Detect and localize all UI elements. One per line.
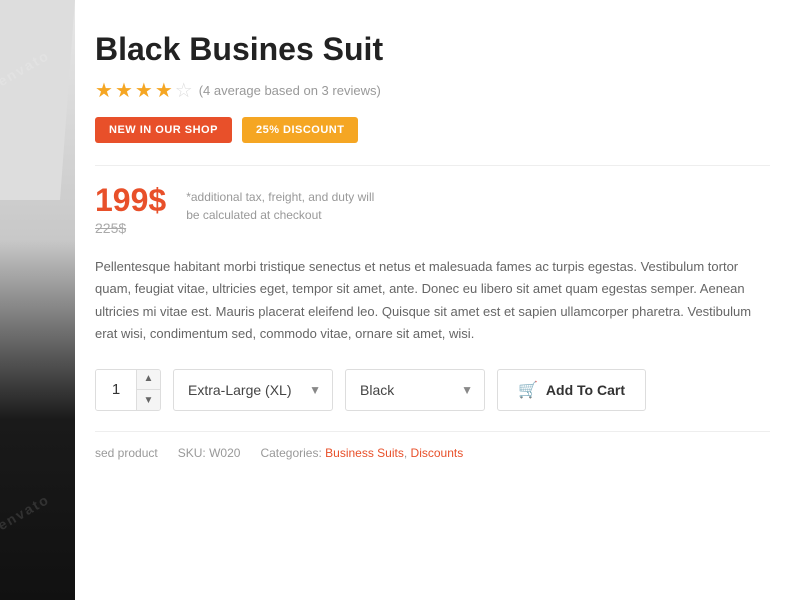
bottom-row: sed product SKU: W020 Categories: Busine… — [95, 431, 770, 460]
divider-1 — [95, 165, 770, 166]
product-image-top — [0, 0, 75, 200]
color-select-wrapper: Black Navy Grey Brown ▼ — [345, 369, 485, 411]
add-to-cart-label: Add To Cart — [546, 382, 625, 398]
watermark-bottom: envato — [0, 491, 52, 533]
page-wrapper: envato envato Black Busines Suit ★ ★ ★ ★… — [0, 0, 800, 600]
quantity-stepper[interactable]: 1 ▲ ▼ — [95, 369, 161, 411]
review-text: (4 average based on 3 reviews) — [199, 83, 381, 98]
star-2: ★ — [115, 78, 133, 103]
rating-row: ★ ★ ★ ★ ☆ (4 average based on 3 reviews) — [95, 78, 770, 103]
badges-row: NEW IN OUR SHOP 25% DISCOUNT — [95, 117, 770, 143]
star-rating: ★ ★ ★ ★ ☆ — [95, 78, 193, 103]
star-3: ★ — [135, 78, 153, 103]
quantity-input[interactable]: 1 — [96, 370, 136, 410]
star-1: ★ — [95, 78, 113, 103]
price-current: 199$ — [95, 184, 166, 216]
badge-new: NEW IN OUR SHOP — [95, 117, 232, 143]
price-block: 199$ 225$ — [95, 184, 166, 236]
add-to-cart-button[interactable]: 🛒 Add To Cart — [497, 369, 646, 411]
badge-discount: 25% DISCOUNT — [242, 117, 359, 143]
star-5: ☆ — [175, 78, 193, 103]
sku-info: SKU: W020 — [178, 446, 241, 460]
category-business-suits[interactable]: Business Suits — [325, 446, 404, 460]
sku-value: W020 — [209, 446, 240, 460]
price-row: 199$ 225$ *additional tax, freight, and … — [95, 184, 770, 236]
sku-label: SKU: — [178, 446, 206, 460]
purchase-row: 1 ▲ ▼ Small (S) Medium (M) Large (L) Ext… — [95, 369, 770, 411]
product-detail-panel: Black Busines Suit ★ ★ ★ ★ ☆ (4 average … — [75, 0, 800, 600]
star-4: ★ — [155, 78, 173, 103]
price-original: 225$ — [95, 220, 166, 236]
product-description: Pellentesque habitant morbi tristique se… — [95, 256, 770, 344]
price-note: *additional tax, freight, and duty will … — [186, 184, 386, 224]
categories-info: Categories: Business Suits, Discounts — [260, 446, 463, 460]
categories-label: Categories: — [260, 446, 321, 460]
cart-icon: 🛒 — [518, 380, 538, 400]
bottom-meta: sed product SKU: W020 Categories: Busine… — [95, 446, 463, 460]
product-label: sed product — [95, 446, 158, 460]
qty-buttons: ▲ ▼ — [136, 369, 160, 411]
size-select-wrapper: Small (S) Medium (M) Large (L) Extra-Lar… — [173, 369, 333, 411]
product-title: Black Busines Suit — [95, 30, 770, 68]
qty-down-button[interactable]: ▼ — [136, 390, 160, 411]
size-select[interactable]: Small (S) Medium (M) Large (L) Extra-Lar… — [173, 369, 333, 411]
qty-up-button[interactable]: ▲ — [136, 369, 160, 390]
category-discounts[interactable]: Discounts — [411, 446, 464, 460]
color-select[interactable]: Black Navy Grey Brown — [345, 369, 485, 411]
